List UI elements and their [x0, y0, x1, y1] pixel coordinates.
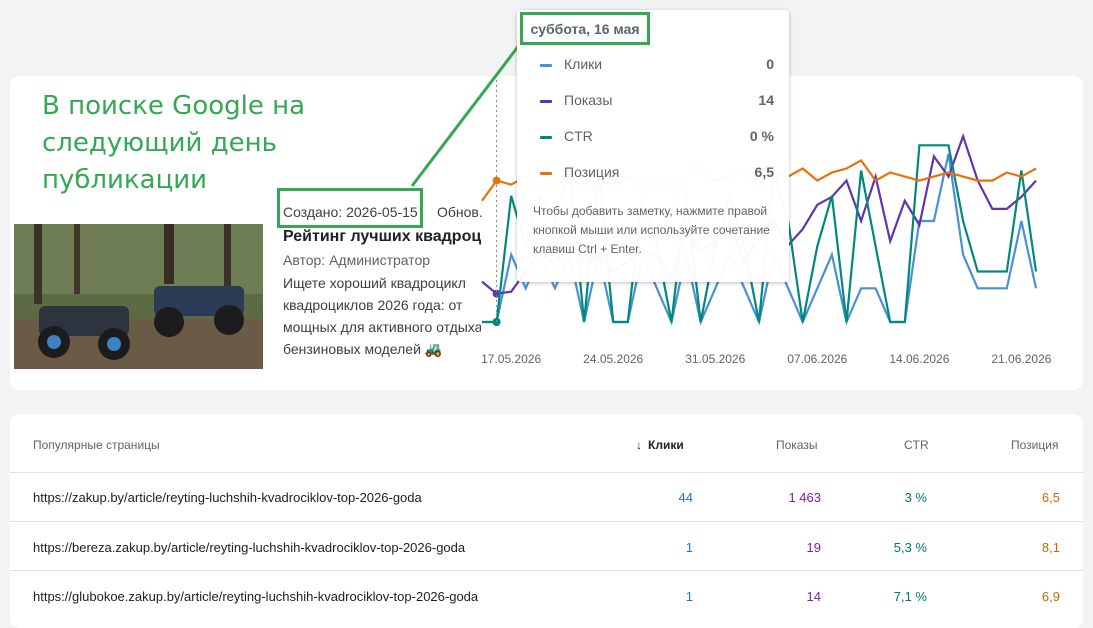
tooltip-value: 0 %: [749, 128, 774, 144]
tooltip-label: Позиция: [564, 164, 620, 180]
article-description-line: бензиновых моделей 🚜: [283, 341, 443, 357]
legend-swatch: [540, 100, 552, 103]
tooltip-label: CTR: [564, 128, 593, 144]
row-impressions: 1 463: [788, 490, 821, 505]
legend-swatch: [540, 136, 552, 139]
row-impressions: 19: [806, 540, 821, 555]
created-highlight-box: [277, 188, 423, 228]
legend-swatch: [540, 64, 552, 67]
column-header-page: Популярные страницы: [33, 438, 160, 452]
column-header-position[interactable]: Позиция: [1011, 438, 1058, 452]
x-tick-label: 21.06.2026: [991, 352, 1051, 366]
row-ctr: 5,3 %: [893, 540, 927, 555]
legend-swatch: [540, 172, 552, 175]
article-snippet: Рейтинг лучших квадроциклов Автор: Админ…: [283, 228, 481, 368]
row-divider: [10, 570, 1083, 571]
updated-label: Обнов.: [437, 204, 483, 220]
row-position: 6,5: [1041, 490, 1060, 505]
row-impressions: 14: [806, 589, 821, 604]
column-header-ctr[interactable]: CTR: [904, 438, 929, 452]
column-header-clicks[interactable]: ↓ Клики: [636, 438, 684, 452]
row-position: 8,1: [1041, 540, 1060, 555]
row-ctr: 3 %: [904, 490, 927, 505]
x-tick-label: 07.06.2026: [787, 352, 847, 366]
atv-image: [14, 224, 263, 369]
tooltip-date: суббота, 16 мая: [520, 12, 650, 45]
row-clicks: 44: [678, 490, 693, 505]
x-tick-label: 17.05.2026: [481, 352, 541, 366]
tooltip-label: Клики: [564, 56, 603, 72]
tooltip-row-impressions: Показы 14: [540, 92, 774, 112]
tooltip-value: 0: [766, 56, 774, 72]
article-description-line: квадроциклов 2026 года: от: [283, 297, 463, 313]
article-author: Автор: Администратор: [283, 252, 431, 268]
article-description-line: мощных для активного отдыха: [283, 319, 481, 335]
row-position: 6,9: [1041, 589, 1060, 604]
row-url[interactable]: https://glubokoe.zakup.by/article/reytin…: [33, 589, 478, 604]
article-title[interactable]: Рейтинг лучших квадроциклов: [283, 228, 481, 246]
row-divider: [10, 472, 1083, 473]
tooltip-row-position: Позиция 6,5: [540, 164, 774, 184]
tooltip-row-clicks: Клики 0: [540, 56, 774, 76]
tooltip-label: Показы: [564, 92, 613, 108]
row-divider: [10, 521, 1083, 522]
column-header-clicks-label: Клики: [648, 438, 684, 452]
row-clicks: 1: [685, 589, 693, 604]
tooltip-row-ctr: CTR 0 %: [540, 128, 774, 148]
tooltip-value: 14: [758, 92, 774, 108]
article-thumbnail[interactable]: [14, 224, 263, 369]
x-tick-label: 31.05.2026: [685, 352, 745, 366]
column-header-impressions[interactable]: Показы: [776, 438, 817, 452]
row-url[interactable]: https://bereza.zakup.by/article/reyting-…: [33, 540, 465, 555]
article-description-line: Ищете хороший квадроцикл: [283, 275, 466, 291]
row-ctr: 7,1 %: [893, 589, 927, 604]
tooltip-note: Чтобы добавить заметку, нажмите правой к…: [533, 204, 770, 256]
tooltip-value: 6,5: [754, 164, 774, 180]
x-tick-label: 24.05.2026: [583, 352, 643, 366]
row-clicks: 1: [685, 540, 693, 555]
annotation-text: В поиске Google на следующий день публик…: [42, 91, 306, 195]
arrow-down-icon: ↓: [636, 438, 642, 452]
x-tick-label: 14.06.2026: [889, 352, 949, 366]
row-url[interactable]: https://zakup.by/article/reyting-luchshi…: [33, 490, 422, 505]
